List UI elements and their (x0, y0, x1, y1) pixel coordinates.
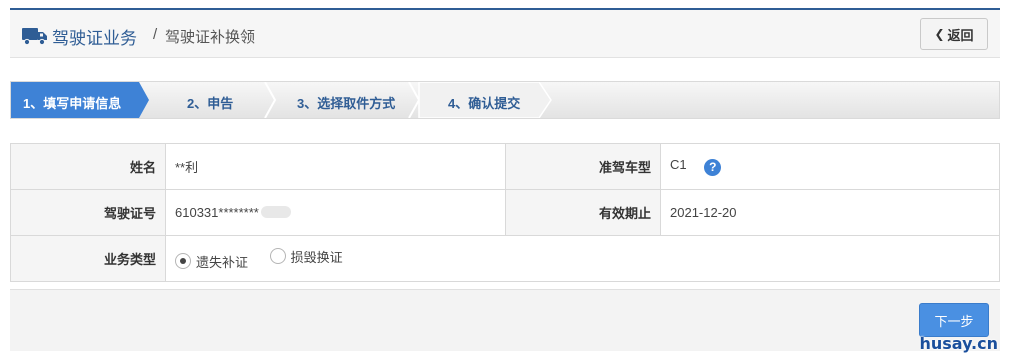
breadcrumb-current: 驾驶证补换领 (165, 29, 256, 46)
back-button-label: 返回 (947, 27, 974, 43)
step-1[interactable]: 1、填写申请信息 (23, 93, 121, 112)
step-progress-bar: 1、填写申请信息 2、申告 3、选择取件方式 4、确认提交 (10, 81, 1000, 119)
vehicle-class-label: 准驾车型 (505, 143, 661, 190)
vehicle-class-value: C1 (670, 157, 687, 172)
form-row-business-type: 业务类型 遗失补证 损毁换证 (10, 235, 1000, 282)
application-form: 姓名 **利 准驾车型 C1 ? 驾驶证号 610331******** 有效期… (10, 143, 1000, 282)
license-number-value: 610331******** (175, 205, 259, 220)
expiry-date-value: 2021-12-20 (660, 189, 1000, 236)
form-footer: 下一步 (10, 289, 1000, 351)
radio-lost-replacement[interactable]: 遗失补证 (175, 252, 248, 271)
breadcrumb-separator: / (153, 26, 158, 43)
radio-checked-icon[interactable] (175, 253, 191, 269)
masked-region (260, 206, 291, 218)
step-4[interactable]: 4、确认提交 (448, 93, 520, 112)
watermark: husay.cn (919, 334, 998, 353)
form-row-name: 姓名 **利 准驾车型 C1 ? (10, 143, 1000, 190)
page-header: 驾驶证业务 / 驾驶证补换领 ❮ 返回 (10, 8, 1000, 58)
chevron-left-icon: ❮ (934, 27, 945, 41)
help-icon[interactable]: ? (704, 159, 722, 176)
license-number-cell: 610331******** (165, 189, 506, 236)
business-type-options: 遗失补证 损毁换证 (165, 235, 1000, 282)
step-3[interactable]: 3、选择取件方式 (297, 93, 395, 112)
radio-damaged-label: 损毁换证 (290, 249, 343, 265)
step-2[interactable]: 2、申告 (187, 93, 233, 112)
breadcrumb-main[interactable]: 驾驶证业务 (52, 24, 137, 49)
expiry-date-label: 有效期止 (505, 189, 661, 236)
truck-icon (22, 28, 47, 45)
next-step-button[interactable]: 下一步 (919, 303, 989, 337)
business-type-label: 业务类型 (10, 235, 166, 282)
radio-damaged-exchange[interactable]: 损毁换证 (269, 247, 343, 266)
license-number-label: 驾驶证号 (10, 189, 166, 236)
vehicle-class-cell: C1 ? (660, 143, 1000, 190)
back-button[interactable]: ❮ 返回 (920, 18, 988, 50)
radio-lost-label: 遗失补证 (196, 254, 249, 270)
step-2-divider (264, 82, 277, 118)
radio-unchecked-icon[interactable] (269, 248, 286, 264)
name-label: 姓名 (10, 143, 166, 190)
step-3-divider (408, 82, 421, 118)
name-value: **利 (165, 143, 506, 190)
form-row-license: 驾驶证号 610331******** 有效期止 2021-12-20 (10, 189, 1000, 236)
